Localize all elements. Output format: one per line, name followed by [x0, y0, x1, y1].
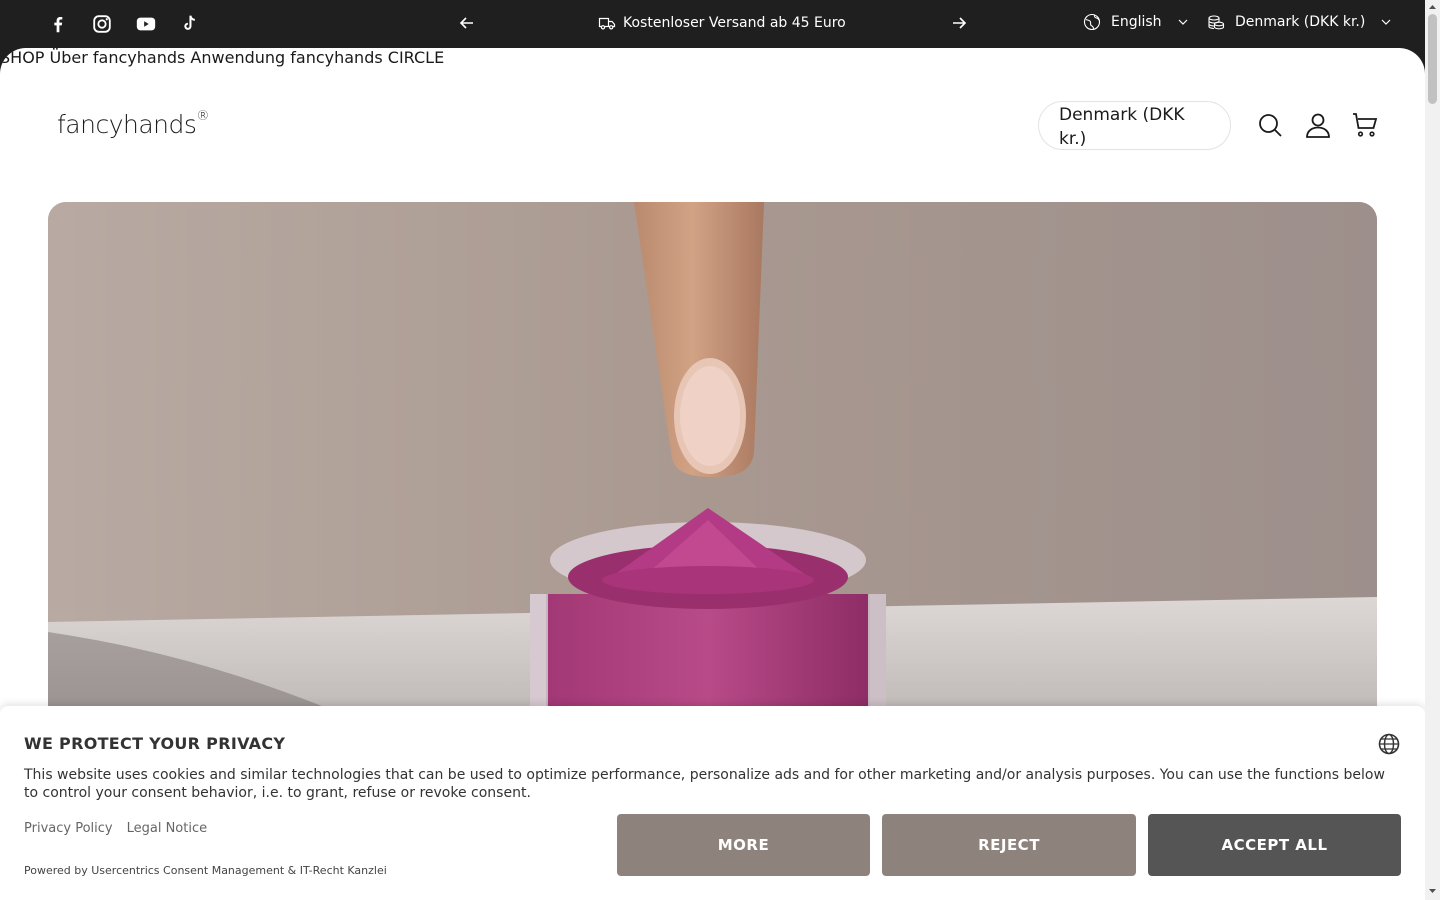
registered-mark: ® — [196, 108, 209, 124]
search-icon[interactable] — [1257, 112, 1283, 138]
tiktok-icon[interactable] — [178, 12, 202, 36]
reject-button[interactable]: REJECT — [882, 814, 1136, 876]
cart-icon[interactable] — [1352, 112, 1378, 138]
nav-item-shop[interactable]: SHOP — [0, 48, 44, 67]
announcement-text: Kostenloser Versand ab 45 Euro — [623, 15, 846, 31]
globe-icon — [1083, 13, 1101, 31]
language-selector[interactable]: English — [1083, 13, 1188, 31]
scrollbar-thumb[interactable] — [1428, 14, 1437, 104]
legal-notice-link[interactable]: Legal Notice — [127, 821, 208, 836]
language-label: English — [1111, 14, 1162, 30]
chevron-down-icon — [1178, 19, 1187, 25]
page-content: fancyhands® SHOP Über fancyhands Anwendu… — [0, 48, 1425, 900]
prev-arrow-icon[interactable] — [458, 14, 476, 32]
next-arrow-icon[interactable] — [950, 14, 968, 32]
consent-title: WE PROTECT YOUR PRIVACY — [24, 734, 286, 753]
currency-label: Denmark (DKK kr.) — [1235, 14, 1366, 30]
announcement-bar: Kostenloser Versand ab 45 Euro English D… — [0, 0, 1440, 48]
cookie-consent-banner: WE PROTECT YOUR PRIVACY This website use… — [0, 706, 1425, 900]
currency-selector[interactable]: Denmark (DKK kr.) — [1207, 13, 1391, 31]
youtube-icon[interactable] — [134, 12, 158, 36]
chevron-down-icon — [1381, 19, 1391, 25]
announcement-message: Kostenloser Versand ab 45 Euro — [598, 14, 846, 32]
privacy-policy-link[interactable]: Privacy Policy — [24, 821, 113, 836]
consent-description: This website uses cookies and similar te… — [24, 767, 1385, 801]
scroll-up-icon[interactable] — [1428, 2, 1437, 11]
more-button[interactable]: MORE — [617, 814, 870, 876]
main-nav: SHOP Über fancyhands Anwendung fancyhand… — [0, 48, 1425, 67]
facebook-icon[interactable] — [46, 12, 70, 36]
accept-all-button[interactable]: ACCEPT ALL — [1148, 814, 1401, 876]
site-logo[interactable]: fancyhands® — [57, 108, 209, 139]
nav-item-application[interactable]: Anwendung — [190, 48, 285, 67]
nav-item-about[interactable]: Über fancyhands — [50, 48, 186, 67]
social-links — [46, 12, 202, 36]
powered-by-text: Powered by Usercentrics Consent Manageme… — [24, 864, 387, 877]
coins-icon — [1208, 15, 1225, 30]
nav-item-circle[interactable]: fancyhands CIRCLE — [290, 48, 444, 67]
consent-links: Privacy Policy Legal Notice — [24, 821, 207, 836]
country-selector[interactable]: Denmark (DKK kr.) — [1038, 101, 1231, 150]
instagram-icon[interactable] — [90, 12, 114, 36]
language-globe-icon[interactable] — [1378, 733, 1400, 755]
account-icon[interactable] — [1305, 112, 1331, 138]
truck-icon — [598, 17, 616, 30]
page-scrollbar[interactable] — [1425, 0, 1440, 900]
logo-text: fancyhands — [57, 110, 197, 139]
scroll-down-icon[interactable] — [1428, 887, 1437, 896]
